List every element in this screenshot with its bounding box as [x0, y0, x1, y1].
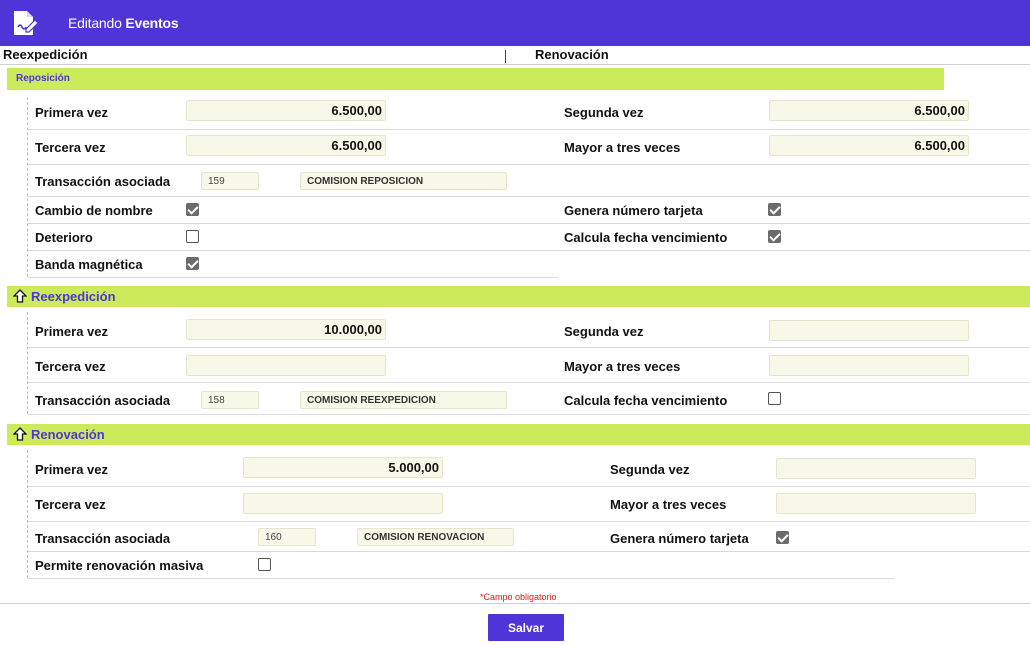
row-divider	[28, 250, 1030, 251]
row-divider	[28, 223, 1030, 224]
label-transaccion-asociada: Transacción asociada	[35, 393, 171, 408]
label-deterioro: Deterioro	[35, 230, 93, 245]
input-primera-vez[interactable]: 6.500,00	[186, 100, 386, 121]
tab-bar: Reexpedición Renovación	[0, 46, 1030, 65]
input-transaccion-codigo[interactable]: 159	[201, 172, 259, 190]
input-mayor-tres-veces[interactable]	[769, 355, 969, 376]
label-primera-vez: Primera vez	[35, 324, 108, 339]
title-bar: Editando Eventos	[0, 0, 1030, 46]
label-cambio-nombre: Cambio de nombre	[35, 203, 153, 218]
input-tercera-vez[interactable]	[243, 493, 443, 514]
checkbox-calcula-fecha-vencimiento[interactable]	[768, 230, 781, 243]
label-calcula-fecha-vencimiento: Calcula fecha vencimiento	[564, 393, 728, 408]
input-transaccion-descripcion: COMISION REPOSICION	[300, 172, 507, 190]
input-mayor-tres-veces[interactable]	[776, 493, 976, 514]
label-tercera-vez: Tercera vez	[35, 359, 106, 374]
input-segunda-vez[interactable]: 6.500,00	[769, 100, 969, 121]
label-renovacion-masiva: Permite renovación masiva	[35, 558, 204, 573]
page-title: Editando Eventos	[68, 15, 179, 31]
checkbox-calcula-fecha-vencimiento[interactable]	[768, 392, 781, 405]
checkbox-genera-numero-tarjeta[interactable]	[776, 531, 789, 544]
row-divider	[28, 578, 894, 579]
row-divider	[28, 486, 1030, 487]
input-transaccion-descripcion: COMISION REEXPEDICION	[300, 391, 507, 409]
section-title-renovacion: Renovación	[31, 427, 105, 442]
label-transaccion-asociada: Transacción asociada	[35, 174, 171, 189]
label-mayor-tres-veces: Mayor a tres veces	[610, 497, 727, 512]
label-primera-vez: Primera vez	[35, 105, 108, 120]
section-guide-line	[27, 450, 28, 578]
section-header-renovacion[interactable]: Renovación	[7, 424, 1030, 445]
arrow-up-icon	[13, 289, 27, 303]
title-entity: Eventos	[125, 15, 179, 31]
label-tercera-vez: Tercera vez	[35, 140, 106, 155]
label-segunda-vez: Segunda vez	[564, 324, 644, 339]
checkbox-banda-magnetica[interactable]	[186, 257, 199, 270]
edit-document-icon	[14, 11, 38, 35]
arrow-up-icon	[13, 427, 27, 441]
checkbox-renovacion-masiva[interactable]	[258, 558, 271, 571]
tab-renovacion[interactable]: Renovación	[535, 47, 609, 62]
required-field-note: *Campo obligatorio	[480, 592, 557, 602]
label-genera-numero-tarjeta: Genera número tarjeta	[610, 531, 749, 546]
checkbox-cambio-nombre[interactable]	[186, 203, 199, 216]
label-mayor-tres-veces: Mayor a tres veces	[564, 140, 681, 155]
checkbox-genera-numero-tarjeta[interactable]	[768, 203, 781, 216]
input-primera-vez[interactable]: 5.000,00	[243, 457, 443, 478]
row-divider	[28, 129, 1030, 130]
label-mayor-tres-veces: Mayor a tres veces	[564, 359, 681, 374]
input-segunda-vez[interactable]	[776, 458, 976, 479]
row-divider	[28, 521, 1030, 522]
label-primera-vez: Primera vez	[35, 462, 108, 477]
label-genera-numero-tarjeta: Genera número tarjeta	[564, 203, 703, 218]
row-divider	[28, 196, 1030, 197]
section-guide-line	[27, 312, 28, 414]
input-tercera-vez[interactable]: 6.500,00	[186, 135, 386, 156]
label-calcula-fecha-vencimiento: Calcula fecha vencimiento	[564, 230, 728, 245]
tab-reexpedicion[interactable]: Reexpedición	[3, 47, 88, 62]
section-header-reposicion[interactable]: Reposición	[7, 68, 944, 90]
input-primera-vez[interactable]: 10.000,00	[186, 319, 386, 340]
section-title-reposicion: Reposición	[16, 73, 70, 84]
label-segunda-vez: Segunda vez	[610, 462, 690, 477]
row-divider	[28, 414, 1030, 415]
title-prefix: Editando	[68, 15, 122, 31]
label-segunda-vez: Segunda vez	[564, 105, 644, 120]
row-divider	[28, 382, 1030, 383]
row-divider	[28, 164, 1030, 165]
input-mayor-tres-veces[interactable]: 6.500,00	[769, 135, 969, 156]
input-transaccion-descripcion: COMISION RENOVACION	[357, 528, 514, 546]
input-transaccion-codigo[interactable]: 160	[258, 528, 316, 546]
label-banda-magnetica: Banda magnética	[35, 257, 143, 272]
row-divider	[28, 347, 1030, 348]
row-divider	[28, 551, 1030, 552]
tab-separator	[505, 50, 506, 63]
label-transaccion-asociada: Transacción asociada	[35, 531, 171, 546]
section-title-reexpedicion: Reexpedición	[31, 289, 116, 304]
checkbox-deterioro[interactable]	[186, 230, 199, 243]
section-header-reexpedicion[interactable]: Reexpedición	[7, 286, 1030, 307]
footer-divider	[0, 603, 1030, 604]
input-tercera-vez[interactable]	[186, 355, 386, 376]
row-divider	[28, 277, 558, 278]
label-tercera-vez: Tercera vez	[35, 497, 106, 512]
input-transaccion-codigo[interactable]: 158	[201, 391, 259, 409]
input-segunda-vez[interactable]	[769, 320, 969, 341]
save-button[interactable]: Salvar	[488, 614, 564, 641]
